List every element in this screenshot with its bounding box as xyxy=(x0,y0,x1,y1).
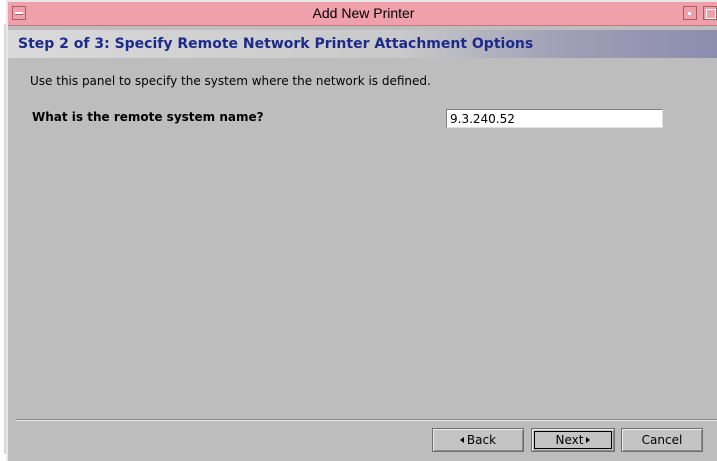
maximize-icon[interactable] xyxy=(703,6,717,20)
next-button-label: Next xyxy=(555,433,584,447)
arrow-left-icon xyxy=(459,437,464,443)
back-button-label: Back xyxy=(466,433,497,447)
cancel-button-label: Cancel xyxy=(641,433,683,447)
window-title: Add New Printer xyxy=(312,5,415,21)
button-divider xyxy=(16,419,717,421)
minimize-icon[interactable] xyxy=(683,6,697,20)
cancel-button[interactable]: Cancel xyxy=(621,428,703,452)
arrow-right-icon xyxy=(586,437,591,443)
back-button[interactable]: Back xyxy=(432,428,524,452)
remote-system-input[interactable] xyxy=(446,109,663,128)
title-bar[interactable]: Add New Printer xyxy=(8,2,717,26)
step-title: Step 2 of 3: Specify Remote Network Prin… xyxy=(18,36,534,52)
remote-system-label: What is the remote system name? xyxy=(32,110,264,124)
add-printer-window: Add New Printer Step 2 of 3: Specify Rem… xyxy=(6,0,717,461)
step-banner: Step 2 of 3: Specify Remote Network Prin… xyxy=(8,30,717,58)
next-button[interactable]: Next xyxy=(531,428,615,452)
panel-description: Use this panel to specify the system whe… xyxy=(30,74,431,88)
